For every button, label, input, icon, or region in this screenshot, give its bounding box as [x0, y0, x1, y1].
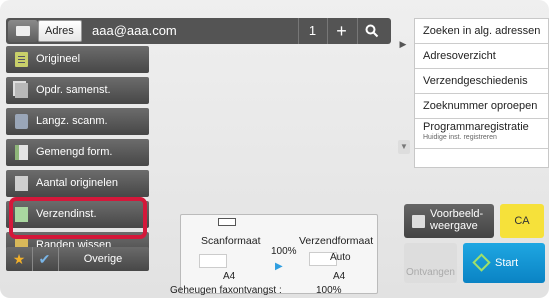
address-count[interactable]: 1	[298, 18, 326, 44]
address-button[interactable]: Adres	[38, 20, 82, 42]
stack-icon	[15, 83, 28, 98]
menu-label: Opdr. samenst.	[36, 84, 111, 96]
screen: Adres aaa@aaa.com 1 + ▶ Zoeken in alg. a…	[0, 0, 549, 298]
scan-icon	[15, 114, 28, 129]
menu-origineel[interactable]: Origineel	[6, 46, 149, 73]
address-field[interactable]: aaa@aaa.com	[86, 20, 286, 42]
other-button[interactable]: Overige	[58, 247, 147, 271]
menu-item-address-list[interactable]: Adresoverzicht	[415, 44, 548, 69]
original-icon	[218, 218, 236, 226]
scan-size-label: Scanformaat	[201, 235, 261, 247]
arrow-right-icon: ▶	[275, 261, 283, 272]
send-size-value: A4	[333, 271, 346, 282]
start-label: Start	[495, 257, 519, 269]
menu-slow-scan[interactable]: Langz. scanm.	[6, 108, 149, 135]
menu-item-search-number[interactable]: Zoeknummer oproepen	[415, 94, 548, 119]
scan-size-value: A4	[223, 271, 236, 282]
menu-label: Langz. scanm.	[36, 115, 108, 127]
fax-memory-value: 100%	[316, 285, 342, 296]
address-book-icon[interactable]	[8, 20, 38, 42]
add-address-button[interactable]: +	[327, 18, 355, 44]
search-icon[interactable]	[357, 18, 385, 44]
scan-paper-icon	[199, 254, 227, 268]
favorite-star-icon[interactable]: ★	[8, 247, 30, 271]
check-icon[interactable]: ✔	[32, 247, 56, 271]
scroll-down-icon[interactable]: ▼	[398, 140, 410, 154]
start-icon	[472, 253, 491, 272]
mixed-size-icon	[15, 145, 28, 160]
menu-item-program-registration[interactable]: Programmaregistratie Huidige inst. regis…	[415, 119, 548, 149]
menu-mixed-size[interactable]: Gemengd form.	[6, 139, 149, 166]
preview-button[interactable]: Voorbeeld- weergave	[404, 204, 494, 238]
fax-memory-label: Geheugen faxontvangst :	[170, 285, 282, 296]
menu-item-global-search[interactable]: Zoeken in alg. adressen	[415, 19, 548, 44]
menu-label: Gemengd form.	[36, 146, 113, 158]
preview-label: Voorbeeld- weergave	[430, 208, 484, 232]
menu-label: Origineel	[36, 53, 81, 65]
count-icon	[15, 176, 28, 191]
preview-icon	[412, 215, 425, 228]
ratio-value: 100%	[271, 246, 297, 257]
menu-original-count[interactable]: Aantal originelen	[6, 170, 149, 197]
document-icon	[15, 52, 28, 67]
scan-info-panel: Scanformaat Verzendformaat 100% ▶ Auto A…	[180, 214, 378, 294]
clear-all-button[interactable]: CA	[500, 204, 544, 238]
program-registration-sub: Huidige inst. registreren	[423, 134, 497, 141]
start-button[interactable]: Start	[463, 243, 545, 283]
menu-job-build[interactable]: Opdr. samenst.	[6, 77, 149, 104]
receive-button: Ontvangen	[404, 243, 457, 283]
send-auto-value: Auto	[330, 252, 351, 263]
address-menu: Zoeken in alg. adressen Adresoverzicht V…	[414, 18, 549, 168]
expand-panel-icon[interactable]: ▶	[396, 34, 410, 54]
menu-label: Aantal originelen	[36, 177, 118, 189]
program-registration-label: Programmaregistratie	[423, 121, 529, 133]
menu-item-send-history[interactable]: Verzendgeschiedenis	[415, 69, 548, 94]
send-size-label: Verzendformaat	[299, 235, 374, 247]
highlight-frame	[9, 197, 147, 239]
